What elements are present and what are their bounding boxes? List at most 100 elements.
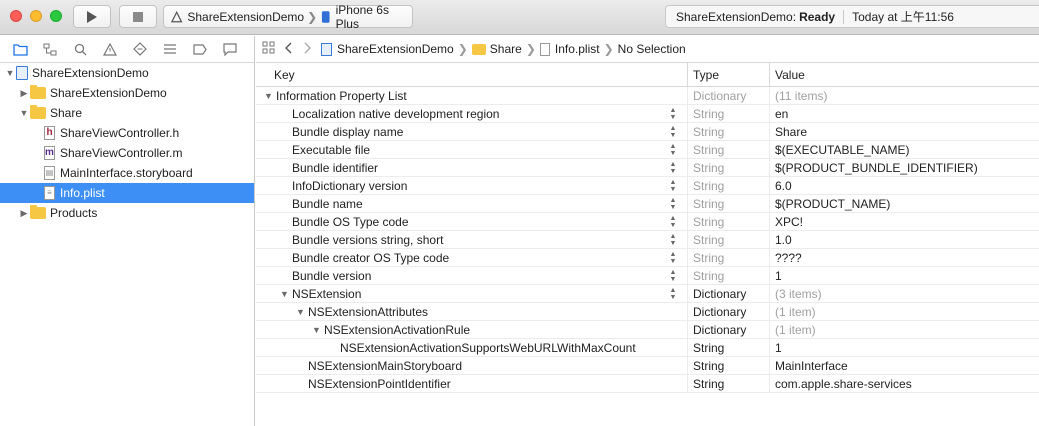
plist-row[interactable]: Bundle identifier ▲ ▼ String $(PRODUCT_BUNDL… — [256, 159, 1039, 177]
plist-key-cell[interactable]: Executable file ▲ ▼ — [256, 141, 688, 158]
tag-icon[interactable] — [192, 41, 208, 57]
plist-row[interactable]: Bundle display name ▲ ▼ String Share — [256, 123, 1039, 141]
plist-type-cell[interactable]: String — [688, 375, 770, 392]
plist-value-cell[interactable]: Share — [770, 123, 1039, 140]
jumpbar-selection[interactable]: No Selection — [618, 42, 686, 56]
plist-row[interactable]: Bundle version ▲ ▼ String 1 — [256, 267, 1039, 285]
jumpbar-project[interactable]: ShareExtensionDemo — [321, 42, 454, 56]
plist-value-cell[interactable]: (1 item) — [770, 303, 1039, 320]
hierarchy-icon[interactable] — [42, 41, 58, 57]
plist-row[interactable]: Bundle OS Type code ▲ ▼ String XPC! — [256, 213, 1039, 231]
plist-type-cell[interactable]: String — [688, 231, 770, 248]
key-stepper-icon[interactable]: ▲ ▼ — [669, 107, 677, 121]
file-tree-item[interactable]: ▶ ShareExtensionDemo — [0, 83, 254, 103]
jumpbar-group[interactable]: Share — [471, 42, 522, 56]
key-stepper-icon[interactable]: ▲ ▼ — [669, 179, 677, 193]
file-tree-item[interactable]: ▶ Products — [0, 203, 254, 223]
plist-value-cell[interactable]: en — [770, 105, 1039, 122]
plist-row[interactable]: NSExtensionActivationSupportsWebURLWithM… — [256, 339, 1039, 357]
plist-row[interactable]: NSExtensionMainStoryboard String MainInter… — [256, 357, 1039, 375]
minimize-window-button[interactable] — [30, 10, 42, 22]
plist-key-cell[interactable]: ▼ NSExtensionAttributes — [256, 303, 688, 320]
plist-type-cell[interactable]: String — [688, 177, 770, 194]
plist-key-cell[interactable]: Bundle creator OS Type code ▲ ▼ — [256, 249, 688, 266]
plist-type-cell[interactable]: String — [688, 339, 770, 356]
plist-type-cell[interactable]: Dictionary — [688, 321, 770, 338]
list-icon[interactable] — [162, 41, 178, 57]
plist-value-cell[interactable]: $(PRODUCT_BUNDLE_IDENTIFIER) — [770, 159, 1039, 176]
back-chevron-icon[interactable] — [285, 42, 293, 57]
plist-type-cell[interactable]: Dictionary — [688, 303, 770, 320]
plist-type-cell[interactable]: String — [688, 141, 770, 158]
plist-row[interactable]: InfoDictionary version ▲ ▼ String 6.0 — [256, 177, 1039, 195]
plist-type-cell[interactable]: String — [688, 123, 770, 140]
type-column-header[interactable]: Type — [688, 63, 770, 86]
key-stepper-icon[interactable]: ▲ ▼ — [669, 161, 677, 175]
plist-key-cell[interactable]: Bundle versions string, short ▲ ▼ — [256, 231, 688, 248]
plist-value-cell[interactable]: ???? — [770, 249, 1039, 266]
plist-value-cell[interactable]: 1 — [770, 339, 1039, 356]
plist-key-cell[interactable]: Bundle OS Type code ▲ ▼ — [256, 213, 688, 230]
plist-key-cell[interactable]: ▼ NSExtensionActivationRule — [256, 321, 688, 338]
plist-row[interactable]: Bundle creator OS Type code ▲ ▼ String???? — [256, 249, 1039, 267]
plist-value-cell[interactable]: $(PRODUCT_NAME) — [770, 195, 1039, 212]
plist-row[interactable]: Bundle name ▲ ▼ String $(PRODUCT_NAME) — [256, 195, 1039, 213]
forward-chevron-icon[interactable] — [303, 42, 311, 57]
search-icon[interactable] — [72, 41, 88, 57]
plist-type-cell[interactable]: String — [688, 357, 770, 374]
plist-key-cell[interactable]: Bundle display name ▲ ▼ — [256, 123, 688, 140]
key-stepper-icon[interactable]: ▲ ▼ — [669, 143, 677, 157]
disclosure-open-icon[interactable]: ▼ — [312, 325, 324, 335]
diamond-icon[interactable] — [132, 41, 148, 57]
plist-row[interactable]: Executable file ▲ ▼ String $(EXECUTABLE_NAME… — [256, 141, 1039, 159]
key-stepper-icon[interactable]: ▲ ▼ — [669, 215, 677, 229]
disclosure-closed-icon[interactable]: ▶ — [18, 208, 30, 219]
key-stepper-icon[interactable]: ▲ ▼ — [669, 125, 677, 139]
plist-value-cell[interactable]: 1.0 — [770, 231, 1039, 248]
plist-value-cell[interactable]: $(EXECUTABLE_NAME) — [770, 141, 1039, 158]
file-tree-item[interactable]: ▼ ShareExtensionDemo — [0, 63, 254, 83]
run-button[interactable] — [73, 5, 111, 28]
key-column-header[interactable]: Key — [256, 63, 688, 86]
disclosure-open-icon[interactable]: ▼ — [4, 68, 16, 78]
close-window-button[interactable] — [10, 10, 22, 22]
plist-key-cell[interactable]: NSExtensionPointIdentifier — [256, 375, 688, 392]
plist-key-cell[interactable]: Bundle identifier ▲ ▼ — [256, 159, 688, 176]
plist-key-cell[interactable]: InfoDictionary version ▲ ▼ — [256, 177, 688, 194]
disclosure-open-icon[interactable]: ▼ — [264, 91, 276, 101]
related-items-icon[interactable] — [262, 41, 275, 57]
stop-button[interactable] — [119, 5, 157, 28]
plist-key-cell[interactable]: ▼ NSExtension ▲ ▼ — [256, 285, 688, 302]
file-tree-item[interactable]: ▼ Share — [0, 103, 254, 123]
plist-value-cell[interactable]: XPC! — [770, 213, 1039, 230]
plist-value-cell[interactable]: (3 items) — [770, 285, 1039, 302]
plist-type-cell[interactable]: String — [688, 195, 770, 212]
plist-value-cell[interactable]: com.apple.share-services — [770, 375, 1039, 392]
plist-row[interactable]: ▼ NSExtensionAttributes Dictionary (1 item) — [256, 303, 1039, 321]
jumpbar-file[interactable]: Info.plist — [539, 42, 600, 56]
disclosure-open-icon[interactable]: ▼ — [18, 108, 30, 118]
plist-row[interactable]: Bundle versions string, short ▲ ▼ String 1.0 — [256, 231, 1039, 249]
file-tree-item[interactable]: ▤ MainInterface.storyboard — [0, 163, 254, 183]
plist-key-cell[interactable]: Bundle name ▲ ▼ — [256, 195, 688, 212]
key-stepper-icon[interactable]: ▲ ▼ — [669, 269, 677, 283]
plist-key-cell[interactable]: NSExtensionMainStoryboard — [256, 357, 688, 374]
file-tree-item[interactable]: ≡ Info.plist — [0, 183, 254, 203]
plist-type-cell[interactable]: String — [688, 249, 770, 266]
zoom-window-button[interactable] — [50, 10, 62, 22]
plist-type-cell[interactable]: String — [688, 159, 770, 176]
key-stepper-icon[interactable]: ▲ ▼ — [669, 287, 677, 301]
file-tree-item[interactable]: m ShareViewController.m — [0, 143, 254, 163]
plist-row[interactable]: ▼ NSExtensionActivationRule Dictionary (1 i… — [256, 321, 1039, 339]
plist-value-cell[interactable]: (1 item) — [770, 321, 1039, 338]
plist-value-cell[interactable]: (11 items) — [770, 87, 1039, 104]
plist-value-cell[interactable]: MainInterface — [770, 357, 1039, 374]
plist-type-cell[interactable]: String — [688, 213, 770, 230]
disclosure-open-icon[interactable]: ▼ — [296, 307, 308, 317]
plist-type-cell[interactable]: String — [688, 105, 770, 122]
scheme-selector[interactable]: ShareExtensionDemo ❯ iPhone 6s Plus — [163, 3, 413, 31]
plist-value-cell[interactable]: 1 — [770, 267, 1039, 284]
plist-row[interactable]: ▼ Information Property List Dictionary (11 … — [256, 87, 1039, 105]
plist-key-cell[interactable]: Bundle version ▲ ▼ — [256, 267, 688, 284]
plist-key-cell[interactable]: NSExtensionActivationSupportsWebURLWithM… — [256, 339, 688, 356]
